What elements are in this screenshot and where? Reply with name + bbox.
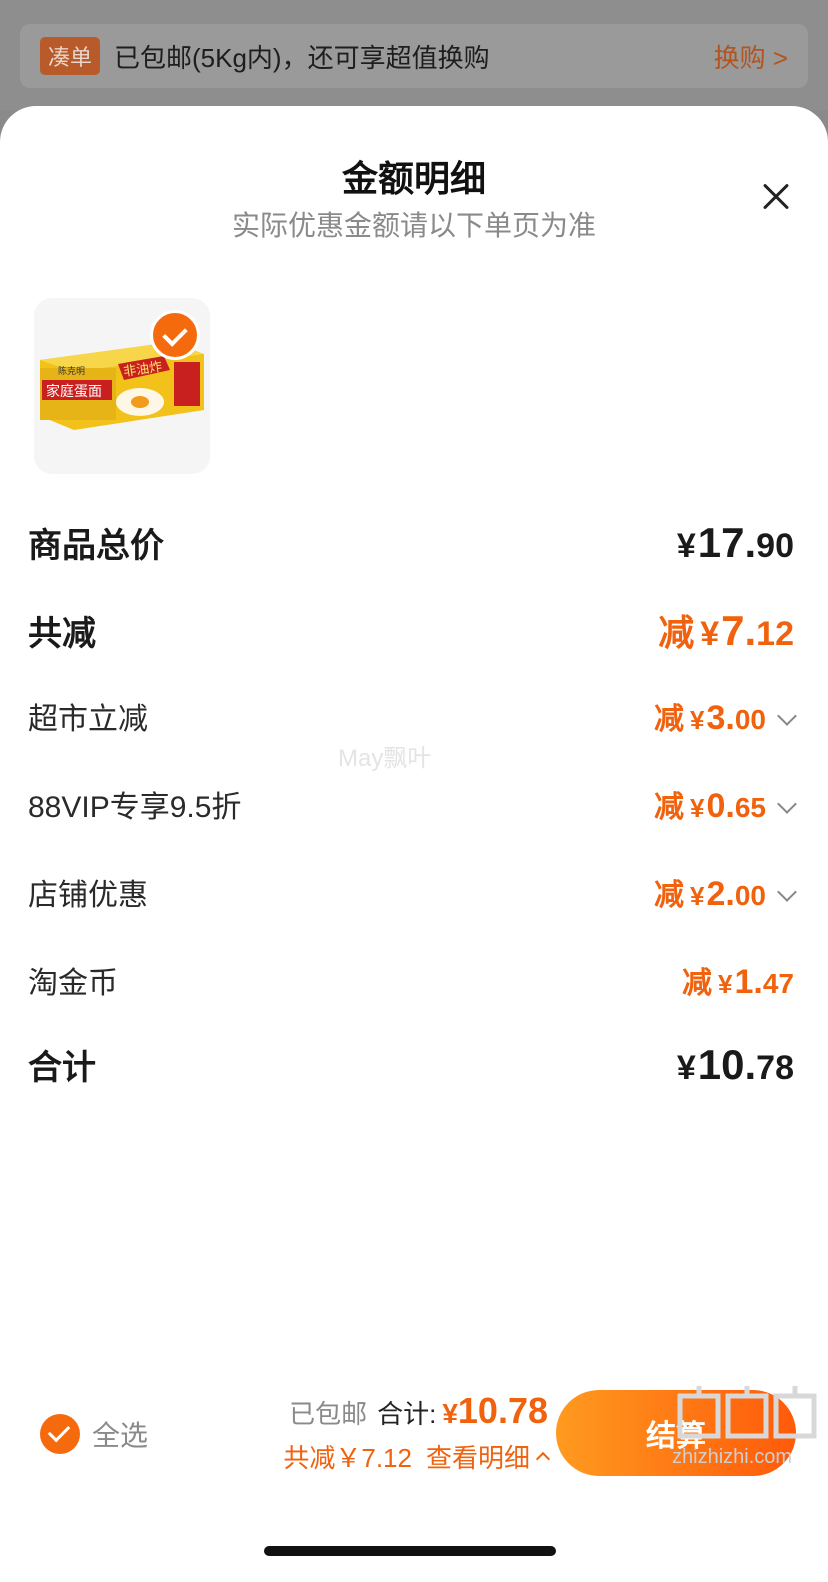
product-selected-check-icon[interactable]: [150, 310, 200, 360]
row-vip-discount-amount: 减 ¥0. 65: [654, 782, 797, 826]
watermark-text: May飘叶: [338, 745, 432, 772]
row-subtotal-amount: ¥17. 90: [676, 518, 794, 566]
bundle-promo-text: 已包邮(5Kg内)，还可享超值换购: [114, 42, 490, 73]
box-brand-text: 陈克明: [58, 365, 85, 377]
row-grand-total: 合计 ¥10. 78: [28, 1040, 794, 1089]
row-total-discount: 共减 减 ¥7. 12: [28, 604, 794, 656]
discount-summary-text: 共减￥7.12: [283, 1443, 412, 1473]
row-vip-discount[interactable]: 88VIP专享9.5折 减 ¥0. 65: [28, 782, 797, 826]
chevron-down-icon[interactable]: [777, 706, 797, 726]
bundle-promo-bar[interactable]: 凑单 已包邮(5Kg内)，还可享超值换购 换购 >: [20, 24, 808, 88]
exchange-link[interactable]: 换购 >: [714, 38, 788, 75]
row-subtotal-label: 商品总价: [28, 527, 164, 565]
row-vip-discount-label: 88VIP专享9.5折: [28, 791, 242, 824]
view-detail-link[interactable]: 查看明细: [426, 1438, 530, 1475]
order-summary: 已包邮 合计: ¥10.78 共减￥7.12 查看明细: [258, 1390, 551, 1475]
top-banner: 凑单 已包邮(5Kg内)，还可享超值换购 换购 >: [0, 0, 828, 110]
chevron-down-icon[interactable]: [777, 794, 797, 814]
bundle-tag: 凑单: [40, 37, 101, 75]
row-total-discount-label: 共减: [28, 614, 96, 653]
sheet-subtitle: 实际优惠金额请以下单页为准: [231, 210, 596, 241]
home-indicator[interactable]: [264, 1546, 556, 1556]
row-taojinbi-discount: 淘金币 减 ¥1. 47: [28, 958, 794, 1002]
row-taojinbi-discount-label: 淘金币: [28, 967, 118, 1000]
row-store-discount[interactable]: 店铺优惠 减 ¥2. 00: [28, 870, 797, 914]
row-supermarket-discount[interactable]: 超市立减 减 ¥3. 00: [28, 694, 797, 738]
total-amount: ¥10.78: [442, 1390, 548, 1431]
box-name-text: 家庭蛋面: [46, 383, 102, 400]
row-total-discount-amount: 减 ¥7. 12: [658, 607, 794, 654]
checkmark-icon[interactable]: [40, 1414, 80, 1454]
site-logo-text: zhizhizhi.com: [672, 1446, 793, 1468]
row-grand-total-amount: ¥10. 78: [676, 1040, 794, 1088]
chevron-down-icon[interactable]: [777, 882, 797, 902]
chevron-up-icon[interactable]: [535, 1451, 551, 1466]
amount-detail-sheet: 金额明细 实际优惠金额请以下单页为准 家庭蛋面 陈克明 非油炸 May飘叶 商品…: [0, 106, 828, 1582]
free-shipping-text: 已包邮: [289, 1399, 368, 1429]
total-label: 合计:: [377, 1399, 437, 1429]
row-store-discount-label: 店铺优惠: [28, 879, 148, 912]
row-supermarket-discount-label: 超市立减: [28, 703, 148, 736]
sheet-title: 金额明细: [341, 158, 486, 199]
select-all-toggle[interactable]: 全选: [40, 1414, 148, 1454]
row-grand-total-label: 合计: [28, 1049, 96, 1087]
row-supermarket-discount-amount: 减 ¥3. 00: [654, 694, 797, 738]
row-store-discount-amount: 减 ¥2. 00: [654, 870, 797, 914]
row-subtotal: 商品总价 ¥17. 90: [28, 518, 794, 567]
close-icon[interactable]: [756, 176, 796, 216]
select-all-label: 全选: [92, 1420, 149, 1451]
row-taojinbi-discount-amount: 减 ¥1. 47: [682, 963, 794, 1001]
